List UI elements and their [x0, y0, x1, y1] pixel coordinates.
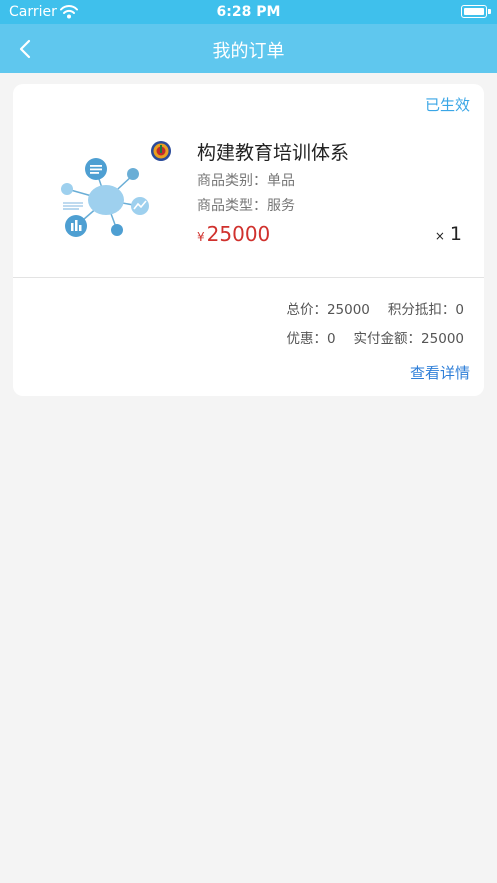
discount-label: 优惠： — [286, 331, 327, 347]
clock: 6:28 PM — [216, 4, 281, 20]
order-status-badge: 已生效 — [424, 96, 470, 114]
divider — [13, 277, 484, 278]
page-title: 我的订单 — [212, 41, 285, 62]
discount-value: 0 — [326, 331, 336, 347]
battery-icon — [461, 5, 491, 18]
product-name: 构建教育培训体系 — [197, 142, 350, 164]
nav-bar: 我的订单 — [0, 24, 497, 73]
view-details-link[interactable]: 查看详情 — [410, 362, 470, 383]
quantity-prefix: × — [434, 229, 445, 243]
category-value: 单品 — [267, 173, 295, 189]
quantity-value: 1 — [449, 223, 462, 245]
product-type: 商品类型：服务 — [197, 195, 295, 215]
paid-label: 实付金额： — [353, 331, 422, 347]
total-value: 25000 — [326, 302, 370, 318]
product-category: 商品类别：单品 — [197, 170, 295, 190]
status-bar: Carrier 6:28 PM — [0, 0, 497, 24]
type-label: 商品类型： — [197, 198, 267, 214]
points-label: 积分抵扣： — [387, 302, 456, 318]
points-value: 0 — [455, 302, 464, 318]
product-quantity: × 1 — [435, 223, 462, 245]
currency-symbol: ¥ — [197, 230, 205, 244]
type-value: 服务 — [267, 198, 295, 214]
order-card[interactable]: 已生效 构建教育培训体系 商品类别：单品 商品类型：服务 ¥ 25000 × 1… — [13, 84, 484, 396]
product-price: ¥25000 — [197, 222, 270, 246]
total-label: 总价： — [286, 302, 327, 318]
brand-logo-icon — [151, 141, 171, 161]
category-label: 商品类别： — [197, 173, 267, 189]
paid-value: 25000 — [421, 331, 464, 347]
order-summary-line-2: 优惠：0 实付金额：25000 — [286, 327, 464, 347]
order-summary-line-1: 总价：25000 积分抵扣：0 — [286, 298, 464, 318]
price-amount: 25000 — [206, 222, 271, 246]
